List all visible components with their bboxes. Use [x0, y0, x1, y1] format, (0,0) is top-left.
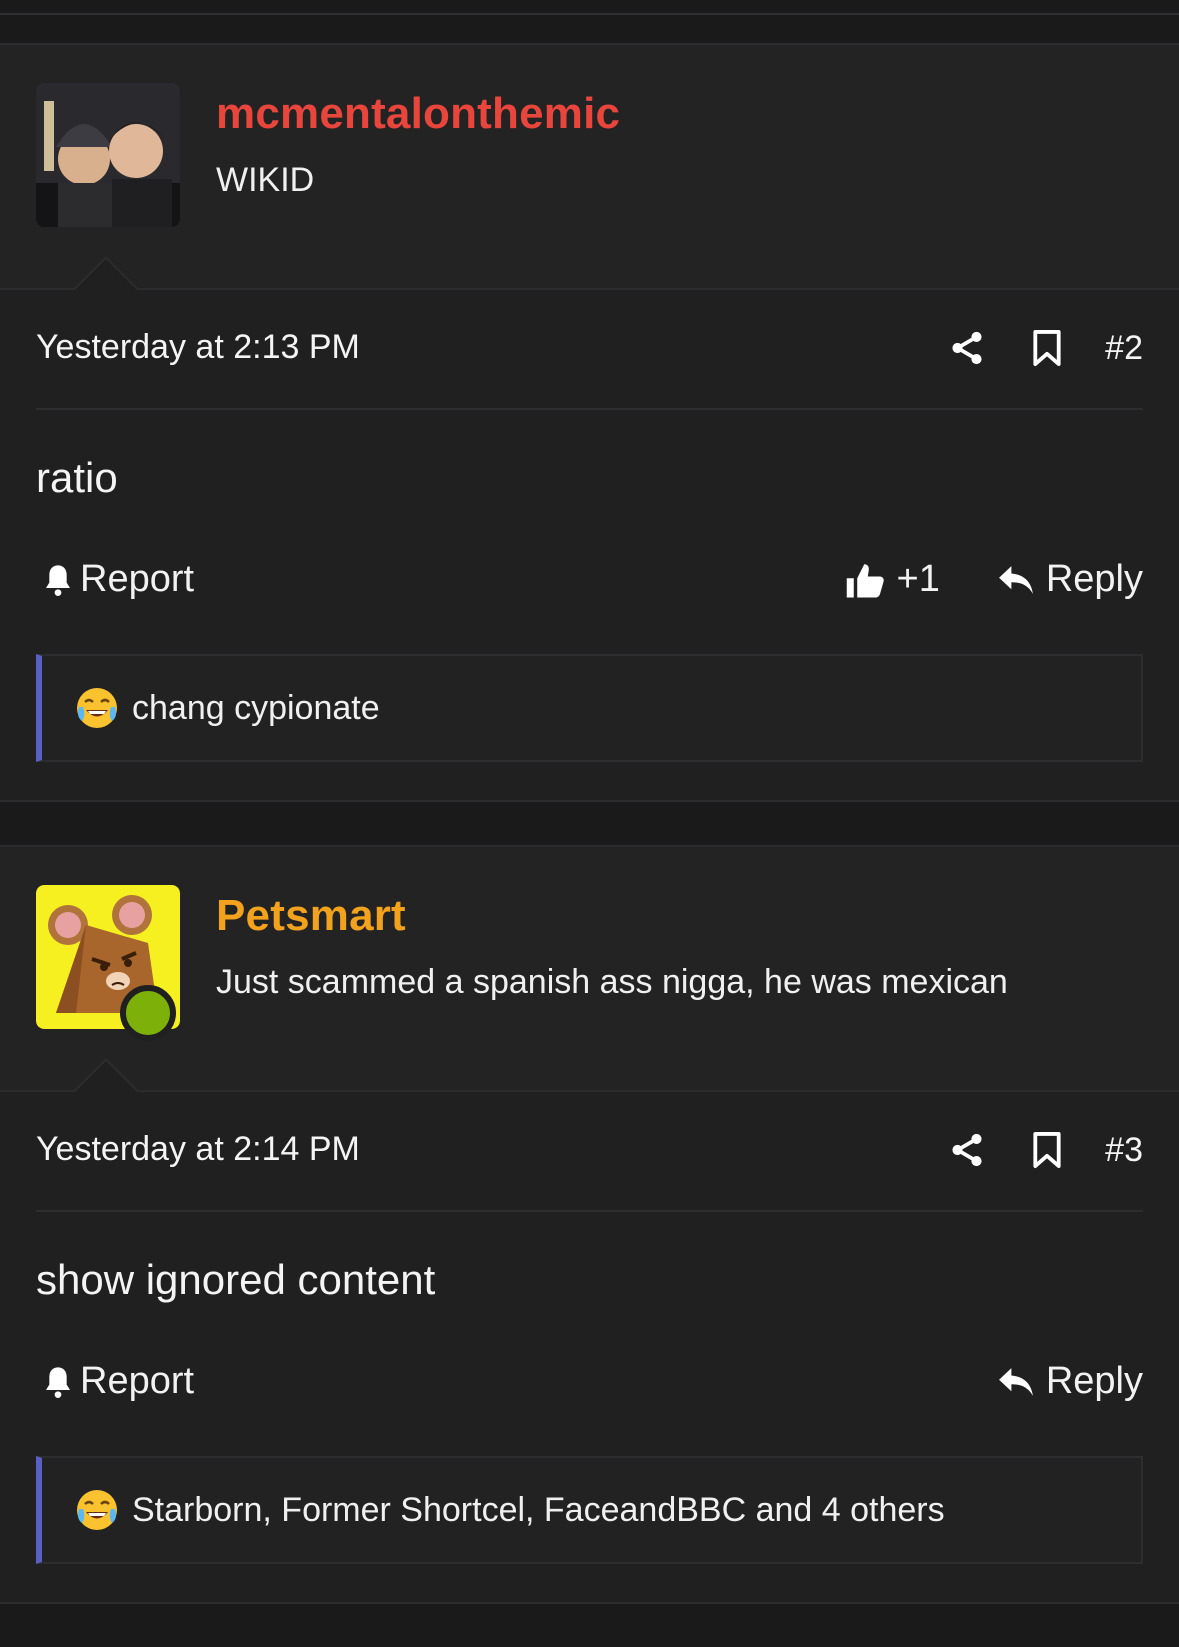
thumbs-up-icon: [845, 559, 887, 601]
reply-arrow-icon: [996, 1364, 1036, 1400]
post-meta: Yesterday at 2:14 PM #3: [36, 1092, 1143, 1212]
username[interactable]: Petsmart: [216, 891, 406, 941]
like-count: +1: [896, 558, 940, 600]
post-number[interactable]: #3: [1105, 1131, 1143, 1170]
crying-laughing-emoji: [74, 685, 120, 731]
right-actions: Reply: [996, 1360, 1143, 1403]
report-label: Report: [80, 558, 195, 600]
post-date[interactable]: Yesterday at 2:14 PM: [36, 1130, 360, 1169]
reactions-text: chang cypionate: [132, 688, 380, 727]
crying-laughing-emoji: [74, 1487, 120, 1533]
share-icon[interactable]: [945, 1128, 989, 1172]
reply-arrow-icon: [996, 562, 1036, 598]
thread-page: mcmentalonthemic WIKID Yesterday at 2:13…: [0, 0, 1179, 1647]
post-number[interactable]: #2: [1105, 329, 1143, 368]
reactions-bar[interactable]: Starborn, Former Shortcel, FaceandBBC an…: [36, 1456, 1143, 1564]
reply-button[interactable]: Reply: [996, 558, 1143, 601]
avatar[interactable]: [36, 83, 180, 227]
post-actions: Report +1 Reply: [36, 544, 1143, 654]
post-actions: Report Reply: [36, 1346, 1143, 1456]
user-block: Petsmart Just scammed a spanish ass nigg…: [0, 847, 1179, 1090]
bookmark-icon[interactable]: [1025, 326, 1069, 370]
post-2: mcmentalonthemic WIKID Yesterday at 2:13…: [0, 43, 1179, 802]
meta-actions: #2: [909, 326, 1143, 370]
username[interactable]: mcmentalonthemic: [216, 89, 620, 139]
reactions-bar[interactable]: chang cypionate: [36, 654, 1143, 762]
bookmark-icon[interactable]: [1025, 1128, 1069, 1172]
post-date[interactable]: Yesterday at 2:13 PM: [36, 328, 360, 367]
report-label: Report: [80, 1360, 195, 1402]
report-button[interactable]: Report: [42, 1360, 194, 1403]
reply-label: Reply: [1045, 1360, 1143, 1402]
post-content[interactable]: show ignored content: [36, 1212, 1143, 1346]
reply-button[interactable]: Reply: [996, 1360, 1143, 1403]
reply-label: Reply: [1045, 558, 1143, 600]
divider: [0, 0, 1179, 15]
right-actions: +1 Reply: [845, 558, 1143, 601]
share-icon[interactable]: [945, 326, 989, 370]
post-body: Yesterday at 2:14 PM #3 show ignored con…: [0, 1058, 1179, 1564]
user-block: mcmentalonthemic WIKID: [0, 45, 1179, 288]
bell-icon: [42, 562, 74, 598]
bell-icon: [42, 1364, 74, 1400]
online-indicator: [120, 985, 176, 1041]
user-title: WIKID: [216, 161, 315, 199]
report-button[interactable]: Report: [42, 558, 194, 601]
user-title: Just scammed a spanish ass nigga, he was…: [216, 963, 1008, 1001]
post-body: Yesterday at 2:13 PM #2 ratio Report +1 …: [0, 256, 1179, 762]
post-content: ratio: [36, 454, 118, 501]
post-meta: Yesterday at 2:13 PM #2: [36, 290, 1143, 410]
reactions-text: Starborn, Former Shortcel, FaceandBBC an…: [132, 1490, 945, 1529]
avatar[interactable]: [36, 885, 180, 1041]
meta-actions: #3: [909, 1128, 1143, 1172]
like-button[interactable]: +1: [845, 558, 940, 601]
post-3: Petsmart Just scammed a spanish ass nigg…: [0, 845, 1179, 1604]
